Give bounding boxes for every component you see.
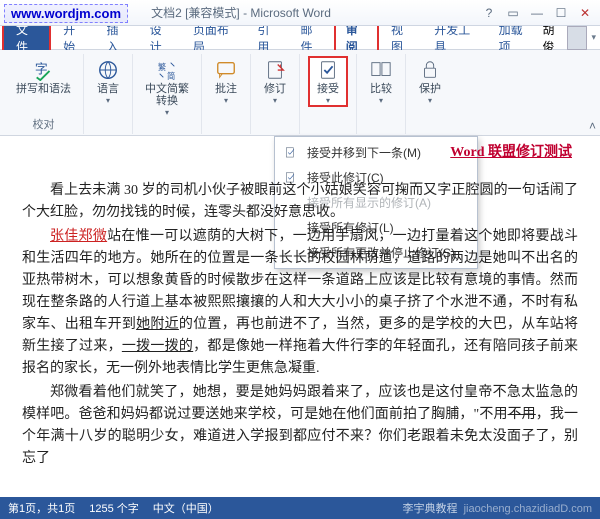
footer-watermark-b: jiaocheng.chazidiadD.com [464, 503, 592, 515]
watermark-overlay: www.wordjm.com [4, 4, 128, 23]
new-comment-button[interactable]: 批注 ▾ [210, 56, 242, 107]
accept-label: 接受 [317, 83, 339, 95]
dropdown-icon: ▾ [326, 96, 330, 105]
simplified-traditional-button[interactable]: 繁简 中文简繁 转换 ▾ [141, 56, 193, 119]
comment-icon [214, 58, 238, 82]
track-changes-label: 修订 [264, 83, 286, 95]
accept-button[interactable]: 接受 ▾ [308, 56, 348, 107]
paragraph-2: 张佳郑微站在惟一可以遮荫的大树下，一边用手扇风，一边打量着这个她即将要战斗和生活… [22, 226, 578, 380]
title-bar: www.wordjm.com 文档2 [兼容模式] - Microsoft Wo… [0, 0, 600, 26]
revision-test-header: Word 联盟修订测试 [450, 142, 572, 164]
dropdown-icon: ▾ [165, 108, 169, 117]
language-label: 语言 [97, 83, 119, 95]
footer-watermark-a: 李宇典教程 [402, 503, 457, 515]
status-bar: 第1页，共1页 1255 个字 中文（中国） 李宇典教程 jiaocheng.c… [0, 497, 600, 519]
paragraph-1: 看上去未满 30 岁的司机小伙子被眼前这个小姑娘笑容可掬而又字正腔圆的一句话闹了… [22, 180, 578, 224]
status-word-count[interactable]: 1255 个字 [89, 500, 139, 516]
close-icon[interactable]: ✕ [574, 4, 596, 22]
lock-icon [418, 58, 442, 82]
script-convert-icon: 繁简 [155, 58, 179, 82]
ribbon-display-icon[interactable]: ▭ [502, 4, 524, 22]
minimize-icon[interactable]: — [526, 4, 548, 22]
user-caret-icon[interactable]: ▾ [591, 32, 596, 43]
accept-icon [316, 58, 340, 82]
svg-text:简: 简 [167, 71, 175, 81]
ribbon-tabs: 文件 开始 插入 设计 页面布局 引用 邮件 审阅 视图 开发工具 加载项 胡俊… [0, 26, 600, 50]
dropdown-icon: ▾ [428, 96, 432, 105]
document-body[interactable]: Word 联盟修订测试 看上去未满 30 岁的司机小伙子被眼前这个小姑娘笑容可掬… [0, 136, 600, 484]
spelling-grammar-button[interactable]: 字 拼写和语法 [12, 56, 75, 97]
maximize-icon[interactable]: ☐ [550, 4, 572, 22]
inserted-phrase: 一拨一拨的 [122, 339, 193, 354]
avatar[interactable] [567, 26, 588, 50]
protect-label: 保护 [419, 83, 441, 95]
compare-button[interactable]: 比较 ▾ [365, 56, 397, 107]
para1-text: 看上去未满 30 岁的司机小伙子被眼前这个小姑娘笑容可掬而又字正腔圆的一句话闹了… [22, 183, 578, 220]
track-changes-button[interactable]: 修订 ▾ [259, 56, 291, 107]
dropdown-icon: ▾ [224, 96, 228, 105]
dropdown-icon: ▾ [379, 96, 383, 105]
inserted-name: 张佳郑微 [50, 229, 107, 244]
track-changes-icon [263, 58, 287, 82]
svg-text:繁: 繁 [158, 62, 166, 72]
footer-watermark: 李宇典教程 jiaocheng.chazidiadD.com [402, 500, 592, 516]
globe-icon [96, 58, 120, 82]
spelling-grammar-label: 拼写和语法 [16, 83, 71, 95]
para3-text-a: 郑微看着他们就笑了，她想，要是她妈妈跟着来了，应该也是这付皇帝不急太监急的模样吧… [22, 385, 578, 422]
protect-button[interactable]: 保护 ▾ [414, 56, 446, 107]
paragraph-3: 郑微看着他们就笑了，她想，要是她妈妈跟着来了，应该也是这付皇帝不急太监急的模样吧… [22, 382, 578, 470]
deleted-text: 不用 [508, 407, 536, 422]
inserted-location: 她附近 [136, 317, 179, 332]
dropdown-icon: ▾ [273, 96, 277, 105]
dropdown-icon: ▾ [106, 96, 110, 105]
group-proofing-label: 校对 [33, 116, 55, 134]
compare-icon [369, 58, 393, 82]
language-button[interactable]: 语言 ▾ [92, 56, 124, 107]
help-icon[interactable]: ? [478, 4, 500, 22]
status-language[interactable]: 中文（中国） [153, 500, 219, 516]
collapse-ribbon-icon[interactable]: ˄ [589, 119, 596, 133]
status-page[interactable]: 第1页，共1页 [8, 500, 75, 516]
simplified-traditional-label: 中文简繁 转换 [145, 83, 189, 107]
ribbon: 字 拼写和语法 校对 语言 ▾ 繁简 中文简繁 转换 ▾ 批注 [0, 50, 600, 136]
spelling-icon: 字 [32, 58, 56, 82]
comment-label: 批注 [215, 83, 237, 95]
compare-label: 比较 [370, 83, 392, 95]
